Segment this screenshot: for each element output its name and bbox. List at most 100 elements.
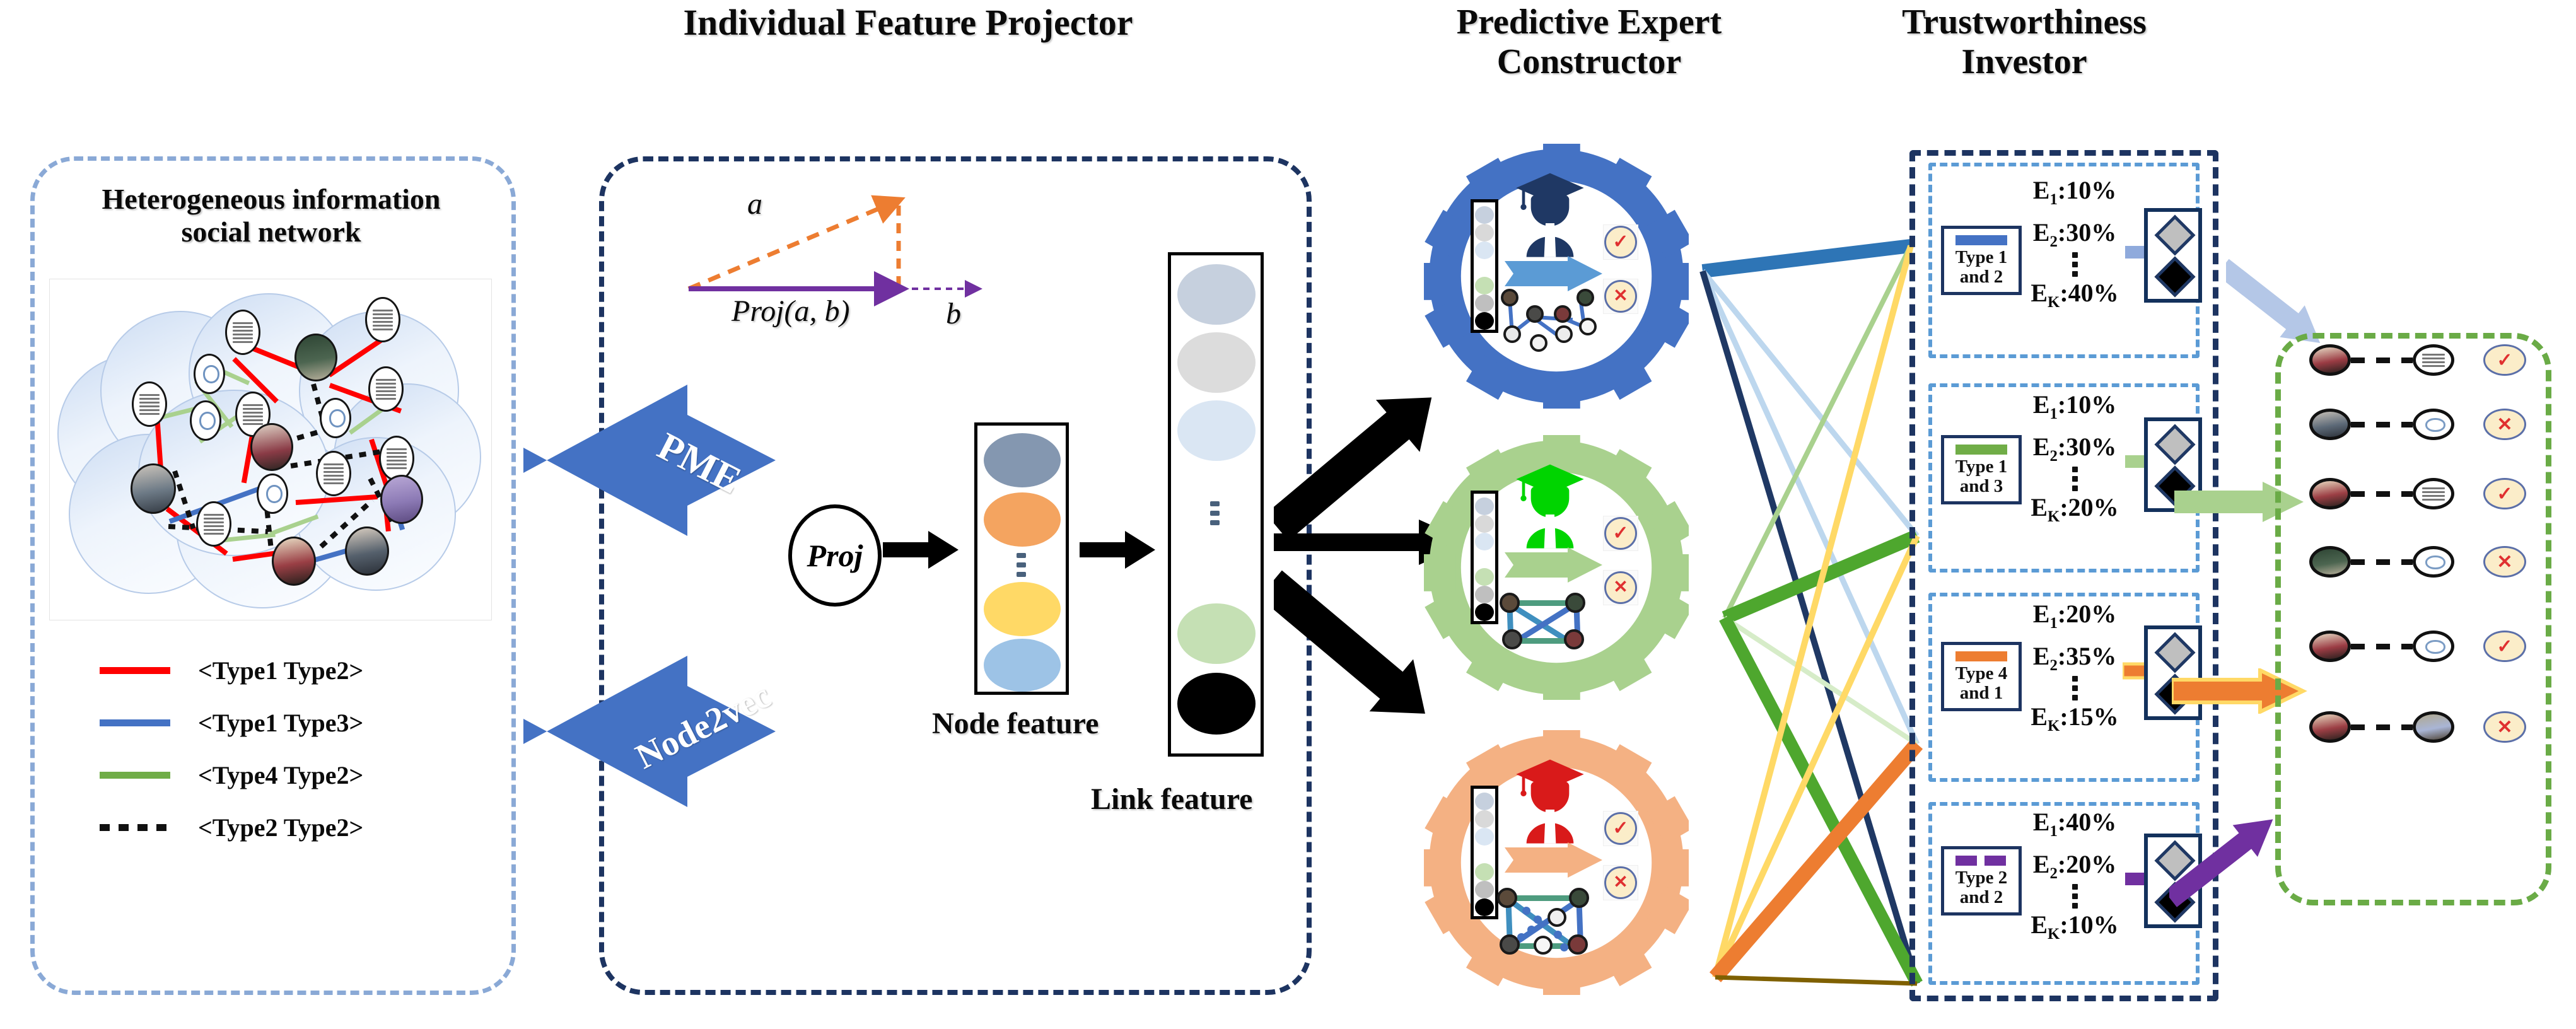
vector-label-b: b: [946, 297, 961, 330]
mini-node: [1579, 318, 1597, 335]
pme-arrow[interactable]: [511, 378, 952, 618]
cross-icon: ✕: [1604, 571, 1637, 604]
proj-node-label: Proj: [807, 538, 863, 573]
legend-item-type4-type2: <Type4 Type2>: [100, 760, 363, 790]
trust-output-symbol-1: [2144, 208, 2202, 303]
type-card-swatch: [1955, 445, 2007, 455]
graph-node-person: [250, 423, 293, 471]
legend-label: <Type4 Type2>: [198, 761, 364, 789]
graph-node-text: [379, 436, 414, 481]
trust-type-card-3: Type 4 and 1: [1941, 642, 2022, 711]
mini-node: [1569, 888, 1589, 908]
proj-node[interactable]: Proj: [788, 504, 882, 607]
left-panel-title: Heterogeneous information social network: [38, 183, 504, 248]
expert-1-check-badge: ✓: [1603, 224, 1638, 260]
graph-node-bubble: [190, 400, 221, 441]
expert-title-line1: Predictive Expert: [1456, 3, 1722, 42]
output-speech-bubble: [2413, 546, 2454, 578]
mini-node: [1547, 908, 1566, 927]
type-card-label-line1: Type 1: [1955, 456, 2008, 477]
type-card-label-line1: Type 1: [1955, 247, 2008, 267]
output-result-cross: ✕: [2483, 409, 2526, 440]
link-feature-cell: [1177, 603, 1256, 664]
expert-1-mini-graph: [1495, 286, 1602, 362]
legend-label: <Type2 Type2>: [198, 813, 364, 842]
mini-dot: [1560, 943, 1568, 951]
trust-ellipsis: [2018, 676, 2131, 701]
mini-node: [1534, 936, 1553, 955]
trust-ellipsis: [2018, 884, 2131, 909]
trust-ellipsis: [2018, 467, 2131, 491]
mini-node: [1576, 289, 1594, 306]
trust-ellipsis: [2018, 252, 2131, 277]
trust-type-card-1: Type 1 and 2: [1941, 226, 2022, 295]
mini-dot: [1522, 907, 1530, 915]
check-icon: ✓: [1604, 226, 1637, 259]
output-result-check: ✓: [2483, 631, 2526, 662]
expert-3-mini-graph: [1495, 888, 1614, 976]
output-result-check: ✓: [2483, 344, 2526, 376]
proj-formula-label: Proj(a, b): [731, 294, 850, 328]
legend-swatch: [100, 719, 170, 726]
output-person-avatar: [2413, 711, 2454, 743]
output-person-avatar: [2309, 344, 2351, 376]
e2-value: E2:20%: [2032, 850, 2117, 882]
expert-title-line2: Constructor: [1496, 42, 1682, 81]
ek-value: EK:10%: [2031, 910, 2119, 943]
mini-node: [1554, 305, 1571, 323]
e2-value: E2:30%: [2032, 433, 2117, 465]
graph-node-text: [225, 310, 260, 355]
link-feature-cell: [1177, 673, 1256, 735]
legend-label: <Type1 Type2>: [198, 656, 364, 685]
mini-node: [1503, 325, 1521, 343]
node-feature-cell: [984, 582, 1061, 636]
trust-title-line1: Trustworthiness: [1902, 3, 2147, 42]
mini-node: [1564, 629, 1584, 649]
mini-node: [1526, 305, 1544, 323]
link-feature-cell: [1177, 400, 1256, 461]
output-row: ✓: [2309, 478, 2526, 509]
output-connector: [2351, 491, 2413, 497]
social-network-graphic: [49, 279, 492, 620]
output-connector: [2351, 724, 2413, 730]
type-card-label-line2: and 2: [1959, 267, 2003, 288]
ek-value: EK:40%: [2031, 279, 2119, 311]
expert-2-mini-graph: [1498, 593, 1606, 662]
output-connector: [2351, 559, 2413, 565]
arrow-node-to-link-feature: [1080, 531, 1155, 569]
node-feature-cell: [984, 492, 1061, 547]
expert-gear-1[interactable]: ✓ ✕: [1424, 144, 1694, 409]
graph-node-bubble: [320, 398, 351, 438]
node-feature-cell: [984, 433, 1061, 487]
output-row: ✕: [2309, 409, 2526, 440]
output-text-note: [2413, 478, 2454, 509]
output-result-check: ✓: [2483, 478, 2526, 509]
legend-label: <Type1 Type3>: [198, 709, 364, 737]
output-speech-bubble: [2413, 631, 2454, 662]
e1-value: E1:40%: [2032, 808, 2117, 840]
mini-dot: [1534, 916, 1542, 924]
arrow-proj-to-node-feature: [883, 531, 959, 569]
graph-node-text: [316, 451, 351, 496]
expert-gear-3[interactable]: ✓ ✕: [1424, 730, 1694, 995]
output-person-avatar: [2309, 711, 2351, 743]
type-card-swatch: [1955, 651, 2007, 661]
process-arrow-3: [1505, 842, 1602, 878]
mini-dot: [1554, 931, 1562, 939]
output-person-avatar: [2309, 631, 2351, 662]
diamond-gray: [2154, 424, 2196, 465]
expert-gear-2[interactable]: ✓ ✕: [1424, 435, 1694, 700]
output-person-avatar: [2309, 478, 2351, 509]
node-feature-caption: Node feature: [932, 707, 1099, 740]
graduate-icon-1: [1516, 173, 1584, 257]
expert-2-feature-vector: [1471, 491, 1498, 624]
expert-2-cross-badge: ✕: [1603, 570, 1638, 605]
type-card-label-line1: Type 4: [1955, 663, 2008, 683]
mini-node: [1530, 334, 1547, 352]
legend-swatch-dotted: [100, 824, 170, 831]
mini-node: [1497, 888, 1517, 908]
trust-expert-values-4: E1:40% E2:20% EK:10%: [2018, 807, 2131, 943]
graph-node-person: [131, 463, 176, 514]
output-connector: [2351, 357, 2413, 363]
legend-item-type1-type2: <Type1 Type2>: [100, 656, 363, 685]
